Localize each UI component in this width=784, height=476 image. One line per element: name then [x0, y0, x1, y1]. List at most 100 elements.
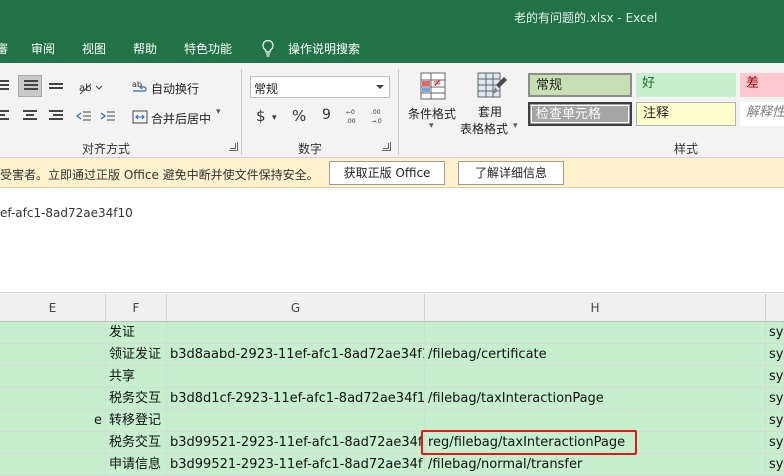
cell-f[interactable]: 领证发证 [106, 344, 167, 366]
chevron-down-icon: ▾ [429, 121, 434, 131]
merge-dropdown-icon[interactable]: ▾ [216, 107, 221, 117]
table-row: e转移登记 sys [0, 410, 784, 432]
cell-f[interactable]: 发证 [106, 322, 167, 344]
align-right-button[interactable] [44, 105, 68, 127]
cell-f[interactable]: 申请信息 [106, 454, 167, 476]
align-top-partial-button[interactable] [0, 75, 14, 97]
merge-center-button[interactable]: 合并后居中 [151, 110, 211, 127]
cell-h[interactable] [425, 410, 766, 432]
percent-format-button[interactable]: % [292, 107, 306, 125]
number-launcher-icon[interactable] [382, 142, 391, 151]
cell-e[interactable]: e [0, 410, 106, 432]
svg-text:.00: .00 [371, 109, 381, 116]
cell-i[interactable]: sys [766, 388, 784, 410]
cell-i[interactable]: sys [766, 410, 784, 432]
format-table-label-line2: 表格格式 [460, 122, 509, 136]
cell-i[interactable]: sys [766, 366, 784, 388]
table-row: 申请信息 b3d99521-2923-11ef-afc1-8ad72ae34f10… [0, 454, 784, 476]
align-middle-button[interactable] [18, 75, 42, 97]
style-check-cell[interactable]: 检查单元格 [528, 102, 632, 126]
cell-g[interactable] [167, 410, 425, 432]
decrease-decimal-icon[interactable]: .00 →.0 [370, 106, 390, 126]
cell-h[interactable] [425, 322, 766, 344]
column-header-g[interactable]: G [167, 294, 425, 322]
column-header-h[interactable]: H [425, 294, 766, 322]
tab-special-features[interactable]: 特色功能 [184, 40, 232, 57]
get-genuine-office-button[interactable]: 获取正版 Office [329, 161, 445, 185]
svg-text:≠: ≠ [433, 78, 441, 89]
format-as-table-button[interactable]: 套用 表格格式 ▾ [460, 67, 524, 137]
tab-review[interactable]: 审阅 [31, 40, 55, 57]
align-left-partial-button[interactable] [0, 105, 14, 127]
cell-h[interactable]: /filebag/normal/transfer [425, 454, 766, 476]
cell-i[interactable]: sys [766, 344, 784, 366]
comma-format-button[interactable]: 9 [322, 107, 331, 123]
cell-g[interactable]: b3d99521-2923-11ef-afc1-8ad72ae34f10 [167, 432, 425, 454]
cell-g[interactable]: b3d99521-2923-11ef-afc1-8ad72ae34f10 [167, 454, 425, 476]
cell-f[interactable]: 税务交互 [106, 388, 167, 410]
cell-i[interactable]: sys [766, 454, 784, 476]
lightbulb-icon [262, 39, 274, 57]
ribbon-tabs: 審 审阅 视图 帮助 特色功能 操作说明搜索 [0, 33, 784, 63]
table-row: 共享 sys [0, 366, 784, 388]
style-bad[interactable]: 差 [740, 73, 784, 97]
chevron-down-icon: ▾ [513, 121, 518, 131]
learn-more-button[interactable]: 了解详细信息 [458, 161, 564, 185]
increase-decimal-icon[interactable]: ←0 .00 [345, 106, 365, 126]
tab-partial[interactable]: 審 [0, 40, 8, 57]
cell-h[interactable]: reg/filebag/taxInteractionPage [425, 432, 766, 454]
cell-g[interactable]: b3d8aabd-2923-11ef-afc1-8ad72ae34f10 [167, 344, 425, 366]
cell-i[interactable]: sys [766, 432, 784, 454]
worksheet-grid[interactable]: E F G H 发证sys领证发证b3d8aabd-2923-11ef-afc1… [0, 294, 784, 476]
tab-help[interactable]: 帮助 [133, 40, 157, 57]
increase-indent-icon[interactable] [100, 109, 116, 125]
cell-h[interactable]: /filebag/taxInteractionPage [425, 388, 766, 410]
tell-me-search[interactable]: 操作说明搜索 [288, 40, 360, 57]
alignment-launcher-icon[interactable] [229, 142, 238, 151]
title-bar: 老的有问题的.xlsx - Excel [0, 0, 784, 33]
cell-g[interactable] [167, 322, 425, 344]
wrap-text-button[interactable]: 自动换行 [151, 80, 199, 97]
warning-message: 受害者。立即通过正版 Office 避免中断并使文件保持安全。 [0, 168, 319, 182]
cell-e[interactable] [0, 454, 106, 476]
group-divider [398, 69, 399, 155]
license-warning-bar: 受害者。立即通过正版 Office 避免中断并使文件保持安全。 获取正版 Off… [0, 158, 784, 188]
column-header-i[interactable] [766, 294, 784, 322]
style-normal[interactable]: 常规 [528, 73, 632, 97]
column-header-e[interactable]: E [0, 294, 106, 322]
number-format-select[interactable]: 常规 [250, 76, 390, 98]
formula-content[interactable]: ef-afc1-8ad72ae34f10 [0, 206, 133, 220]
cell-g[interactable]: b3d8d1cf-2923-11ef-afc1-8ad72ae34f10 [167, 388, 425, 410]
column-header-f[interactable]: F [106, 294, 167, 322]
cell-e[interactable] [0, 344, 106, 366]
svg-text:.00: .00 [346, 118, 356, 125]
svg-text:←0: ←0 [346, 109, 355, 116]
tab-view[interactable]: 视图 [82, 40, 106, 57]
style-note[interactable]: 注释 [636, 102, 736, 126]
cell-f[interactable]: 共享 [106, 366, 167, 388]
ribbon: ab ab 自动换行 合并后居中 ▾ 对齐方式 常规 $ ▾ % 9 ←0 .0… [0, 63, 784, 158]
align-bottom-button[interactable] [44, 75, 68, 97]
cell-g[interactable] [167, 366, 425, 388]
style-good[interactable]: 好 [636, 73, 736, 97]
style-explanatory[interactable]: 解释性 [740, 102, 784, 126]
cell-h[interactable]: /filebag/certificate [425, 344, 766, 366]
cell-e[interactable] [0, 432, 106, 454]
align-center-button[interactable] [18, 105, 42, 127]
cell-e[interactable] [0, 366, 106, 388]
cell-e[interactable] [0, 388, 106, 410]
cell-e[interactable] [0, 322, 106, 344]
currency-dropdown-icon[interactable]: ▾ [272, 113, 277, 123]
table-row: 领证发证 b3d8aabd-2923-11ef-afc1-8ad72ae34f10… [0, 344, 784, 366]
orientation-icon[interactable]: ab [78, 80, 104, 96]
format-table-label-line1: 套用 [478, 105, 503, 119]
cell-h[interactable] [425, 366, 766, 388]
cell-f[interactable]: 转移登记 [106, 410, 167, 432]
formula-bar[interactable]: ef-afc1-8ad72ae34f10 [0, 189, 784, 293]
currency-format-button[interactable]: $ [256, 107, 266, 125]
cell-f[interactable]: 税务交互 [106, 432, 167, 454]
cell-i[interactable]: sys [766, 322, 784, 344]
decrease-indent-icon[interactable] [76, 109, 92, 125]
table-row: 发证 sys [0, 322, 784, 344]
conditional-format-button[interactable]: ≠ 条件格式 ▾ [404, 67, 460, 137]
